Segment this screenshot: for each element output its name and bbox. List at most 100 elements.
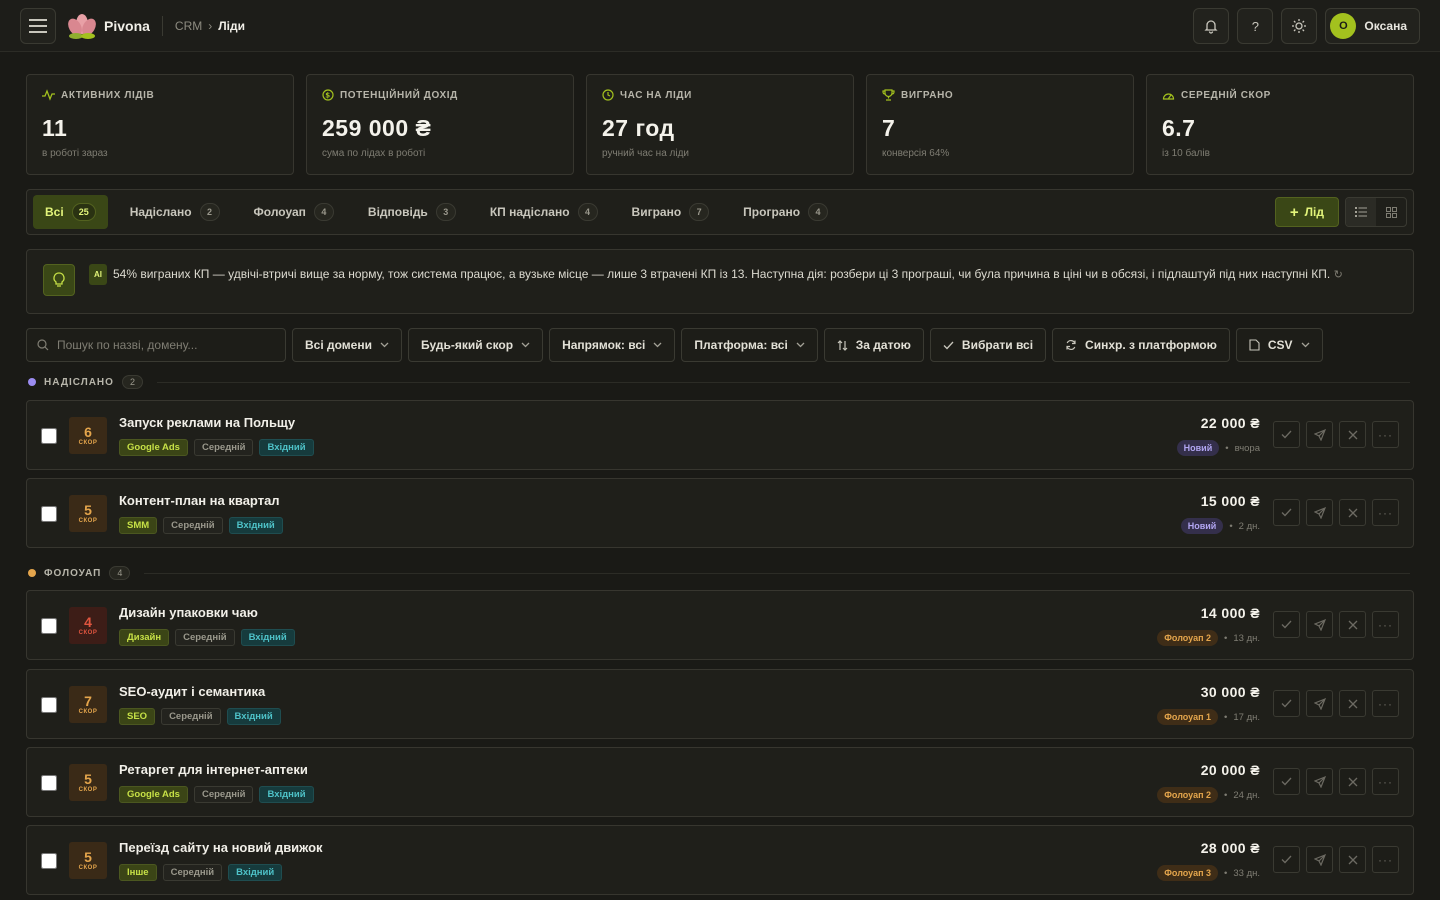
priority-tag: Середній <box>193 439 254 456</box>
send-button[interactable] <box>1306 421 1333 448</box>
tab-lost[interactable]: Програно 4 <box>731 195 840 229</box>
lead-checkbox[interactable] <box>41 697 57 713</box>
ai-insight-text: AI 54% виграних КП — удвічі-втричі вище з… <box>89 264 1343 285</box>
hamburger-icon <box>29 18 47 33</box>
lead-card[interactable]: 7 скор SEO-аудит і семантика SEO Середні… <box>26 669 1414 739</box>
send-button[interactable] <box>1306 499 1333 526</box>
lead-title[interactable]: Ретаргет для інтернет-аптеки <box>119 762 308 777</box>
stat-subtitle: із 10 балів <box>1162 148 1210 159</box>
score-badge: 5 скор <box>69 764 107 801</box>
mark-lost-button[interactable] <box>1339 499 1366 526</box>
lead-title[interactable]: Контент-план на квартал <box>119 493 280 508</box>
plus-icon: + <box>1289 203 1299 221</box>
mark-won-button[interactable] <box>1273 768 1300 795</box>
chevron-down-icon <box>653 342 662 348</box>
score-badge: 7 скор <box>69 686 107 723</box>
platform-filter-dropdown[interactable]: Платформа: всі <box>681 328 818 362</box>
category-tag: SEO <box>119 708 156 725</box>
more-options-button[interactable]: ··· <box>1372 768 1399 795</box>
lead-amount: 28 000 ₴ <box>1200 840 1260 856</box>
send-button[interactable] <box>1306 768 1333 795</box>
mark-lost-button[interactable] <box>1339 768 1366 795</box>
app-logo[interactable]: Pivona <box>66 11 150 41</box>
mark-won-button[interactable] <box>1273 846 1300 873</box>
send-button[interactable] <box>1306 690 1333 717</box>
score-filter-dropdown[interactable]: Будь-який скор <box>407 328 544 362</box>
lead-title[interactable]: Переїзд сайту на новий движок <box>119 840 323 855</box>
score-badge: 5 скор <box>69 842 107 879</box>
more-options-button[interactable]: ··· <box>1372 421 1399 448</box>
help-button[interactable]: ? <box>1237 8 1274 44</box>
mark-lost-button[interactable] <box>1339 421 1366 448</box>
mark-lost-button[interactable] <box>1339 690 1366 717</box>
domains-filter-dropdown[interactable]: Всі домени <box>292 328 402 362</box>
search-box <box>26 328 286 362</box>
chevron-down-icon <box>521 342 530 348</box>
dot-separator: • <box>1224 867 1228 879</box>
score-label: скор <box>78 440 98 446</box>
dot-separator: • <box>1229 520 1233 532</box>
tab-reply[interactable]: Відповідь 3 <box>356 195 468 229</box>
lead-checkbox[interactable] <box>41 853 57 869</box>
lead-time: 2 дн. <box>1238 520 1260 532</box>
direction-filter-dropdown[interactable]: Напрямок: всі <box>549 328 676 362</box>
list-view-button[interactable] <box>1346 198 1376 226</box>
lead-tags: SEO Середній Вхідний <box>119 708 281 725</box>
check-icon <box>1281 620 1292 629</box>
lead-card[interactable]: 4 скор Дизайн упаковки чаю Дизайн Середн… <box>26 590 1414 660</box>
send-button[interactable] <box>1306 611 1333 638</box>
mark-lost-button[interactable] <box>1339 611 1366 638</box>
sync-platform-button[interactable]: Синхр. з платформою <box>1052 328 1230 362</box>
tab-all[interactable]: Всі 25 <box>33 195 108 229</box>
search-input[interactable] <box>57 338 257 352</box>
send-button[interactable] <box>1306 846 1333 873</box>
theme-toggle-button[interactable] <box>1281 8 1318 44</box>
tab-sent[interactable]: Надіслано 2 <box>118 195 232 229</box>
trophy-icon <box>882 89 895 101</box>
tab-proposal-sent[interactable]: КП надіслано 4 <box>478 195 610 229</box>
stat-label: Потенційний дохід <box>340 89 458 101</box>
lead-checkbox[interactable] <box>41 618 57 634</box>
lead-title[interactable]: SEO-аудит і семантика <box>119 684 265 699</box>
tab-followup[interactable]: Фолоуап 4 <box>242 195 346 229</box>
check-icon <box>1281 430 1292 439</box>
priority-tag: Середній <box>162 864 223 881</box>
lead-card[interactable]: 6 скор Запуск реклами на Польщу Google A… <box>26 400 1414 470</box>
refresh-icon[interactable]: ↻ <box>1334 269 1343 281</box>
check-icon <box>1281 699 1292 708</box>
lead-card[interactable]: 5 скор Ретаргет для інтернет-аптеки Goog… <box>26 747 1414 817</box>
mark-won-button[interactable] <box>1273 499 1300 526</box>
hamburger-menu-button[interactable] <box>20 7 56 44</box>
mark-won-button[interactable] <box>1273 421 1300 448</box>
add-lead-button[interactable]: + Лід <box>1274 197 1339 227</box>
csv-export-dropdown[interactable]: CSV <box>1235 328 1323 362</box>
lead-checkbox[interactable] <box>41 506 57 522</box>
user-menu-button[interactable]: О Оксана <box>1325 8 1420 44</box>
score-value: 5 <box>84 771 92 787</box>
lead-checkbox[interactable] <box>41 428 57 444</box>
notifications-button[interactable] <box>1193 8 1230 44</box>
more-options-button[interactable]: ··· <box>1372 846 1399 873</box>
mark-lost-button[interactable] <box>1339 846 1366 873</box>
more-options-button[interactable]: ··· <box>1372 499 1399 526</box>
score-badge: 6 скор <box>69 417 107 454</box>
status-tabs: Всі 25 Надіслано 2 Фолоуап 4 Відповідь 3… <box>26 189 1414 235</box>
more-options-button[interactable]: ··· <box>1372 611 1399 638</box>
lead-title[interactable]: Запуск реклами на Польщу <box>119 415 295 430</box>
chevron-down-icon <box>380 342 389 348</box>
more-options-button[interactable]: ··· <box>1372 690 1399 717</box>
lead-card[interactable]: 5 скор Контент-план на квартал SMM Серед… <box>26 478 1414 548</box>
sort-by-date-button[interactable]: За датою <box>823 328 924 362</box>
breadcrumb-crm[interactable]: CRM <box>175 19 202 33</box>
mark-won-button[interactable] <box>1273 690 1300 717</box>
lead-time: 33 дн. <box>1233 867 1260 879</box>
tab-won[interactable]: Виграно 7 <box>620 195 722 229</box>
section-divider <box>156 381 1410 383</box>
lead-checkbox[interactable] <box>41 775 57 791</box>
lead-card[interactable]: 5 скор Переїзд сайту на новий движок Інш… <box>26 825 1414 895</box>
lead-actions: ··· <box>1273 499 1399 526</box>
grid-view-button[interactable] <box>1376 198 1406 226</box>
lead-title[interactable]: Дизайн упаковки чаю <box>119 605 258 620</box>
mark-won-button[interactable] <box>1273 611 1300 638</box>
select-all-button[interactable]: Вибрати всі <box>929 328 1047 362</box>
